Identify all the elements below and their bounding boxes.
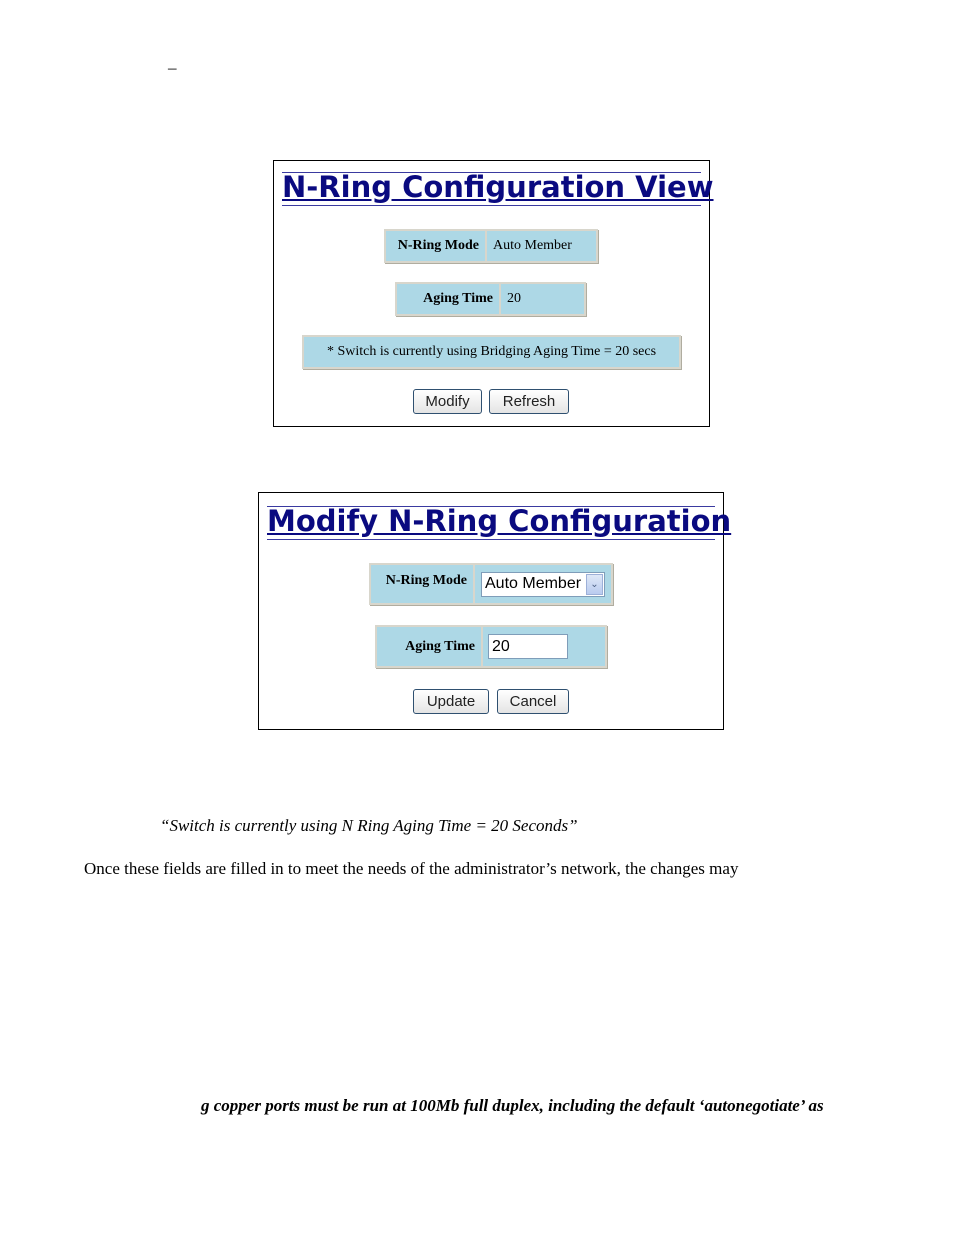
chevron-down-icon[interactable]: ⌄ [586,573,603,595]
refresh-button[interactable]: Refresh [489,389,569,414]
nring-view-panel: N-Ring Configuration View N-Ring Mode Au… [273,160,714,427]
note-text: g copper ports must be run at 100Mb full… [201,1096,824,1115]
mode-select-value: Auto Member [485,575,582,592]
modify-button[interactable]: Modify [413,389,482,414]
cancel-button[interactable]: Cancel [497,689,569,714]
mode-label: N-Ring Mode [371,565,475,603]
status-note: * Switch is currently using Bridging Agi… [302,335,681,369]
page-title: N-Ring Configuration View [282,170,714,206]
aging-table: Aging Time [375,625,607,668]
mode-table: N-Ring Mode Auto Member [384,229,598,263]
body-paragraph: Once these fields are filled in to meet … [84,859,739,878]
aging-table: Aging Time 20 [395,282,586,316]
caption-quote: “Switch is currently using N Ring Aging … [160,816,578,835]
page-title: Modify N-Ring Configuration [267,504,732,540]
aging-value: 20 [507,291,521,306]
aging-time-input[interactable] [488,634,568,659]
aging-label: Aging Time [377,627,483,666]
mode-table: N-Ring Mode Auto Member ⌄ [369,563,613,605]
status-note-text: * Switch is currently using Bridging Agi… [326,344,657,359]
mode-select[interactable]: Auto Member ⌄ [481,571,605,597]
dash-mark: – [168,58,177,77]
nring-modify-panel: Modify N-Ring Configuration N-Ring Mode … [258,492,732,730]
mode-value: Auto Member [493,238,572,253]
update-button[interactable]: Update [413,689,489,714]
aging-label: Aging Time [397,284,501,314]
mode-label: N-Ring Mode [386,231,487,261]
